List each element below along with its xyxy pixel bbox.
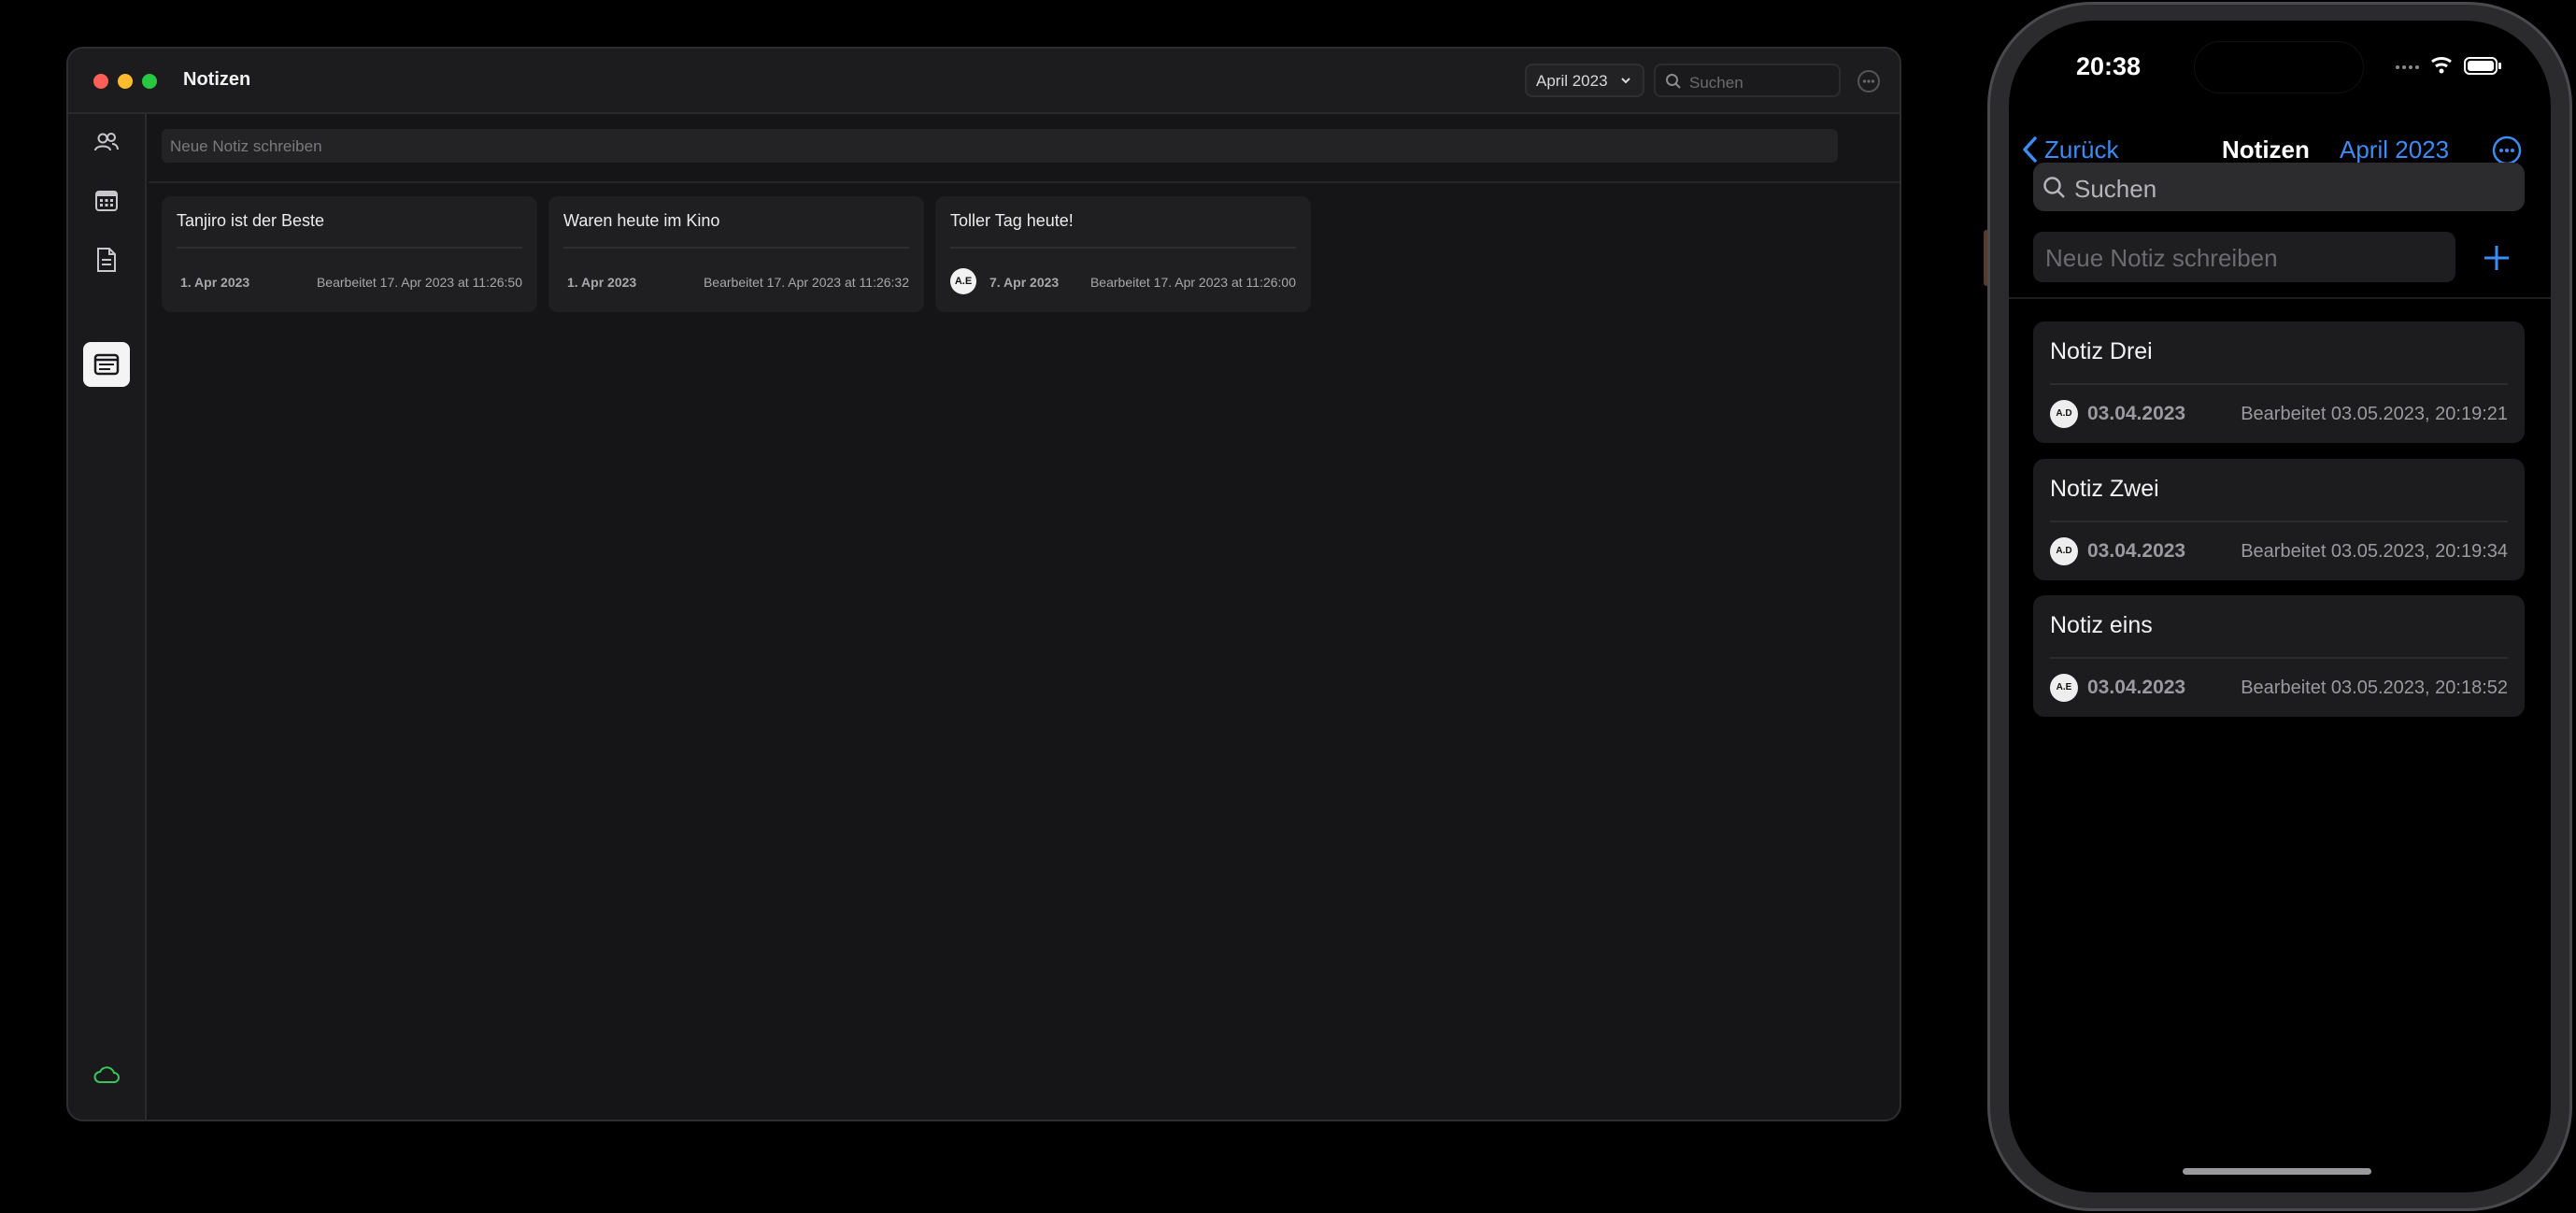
search-placeholder: Suchen (1689, 74, 1743, 92)
status-time: 20:38 (2076, 52, 2142, 80)
avatar: A.D (2050, 400, 2078, 428)
window-title: Notizen (183, 69, 251, 90)
avatar: A.E (950, 268, 976, 294)
sidebar-item-notes[interactable] (83, 342, 130, 387)
more-options-icon[interactable] (2491, 135, 2523, 166)
note-edited: Bearbeitet 03.05.2023, 20:19:34 (2241, 541, 2508, 562)
new-note-input[interactable]: Neue Notiz schreiben (2033, 232, 2455, 282)
document-icon (97, 248, 116, 272)
chevron-left-icon (2023, 136, 2037, 163)
sidebar (68, 114, 147, 1120)
note-date: 03.04.2023 (2087, 403, 2186, 424)
status-icons (2396, 57, 2501, 75)
divider (2050, 383, 2508, 385)
search-icon (2043, 177, 2065, 198)
note-edited: Bearbeitet 17. Apr 2023 at 11:26:50 (316, 275, 522, 290)
note-edited: Bearbeitet 03.05.2023, 20:18:52 (2241, 678, 2508, 698)
nav-title: Notizen (2222, 136, 2310, 164)
note-title: Toller Tag heute! (950, 211, 1074, 230)
gear-icon (93, 1120, 120, 1121)
sidebar-item-contacts[interactable] (83, 120, 130, 164)
close-window-button[interactable] (93, 74, 108, 89)
note-edited: Bearbeitet 17. Apr 2023 at 11:26:00 (1089, 275, 1296, 290)
search-input[interactable]: Suchen (2033, 163, 2525, 211)
plus-icon[interactable] (2480, 241, 2513, 275)
notes-icon (93, 353, 120, 376)
battery-icon (2464, 57, 2501, 75)
search-input[interactable]: Suchen (1654, 64, 1841, 97)
chevron-down-icon (1621, 78, 1630, 84)
note-title: Waren heute im Kino (563, 211, 720, 230)
note-card[interactable]: Notiz Drei A.D 03.04.2023 Bearbeitet 03.… (2033, 321, 2525, 443)
sidebar-item-calendar[interactable] (83, 178, 130, 223)
note-card[interactable]: Notiz eins A.E 03.04.2023 Bearbeitet 03.… (2033, 595, 2525, 717)
note-title: Tanjiro ist der Beste (177, 211, 325, 230)
minimize-window-button[interactable] (118, 74, 133, 89)
calendar-icon (95, 191, 118, 211)
new-note-input[interactable]: Neue Notiz schreiben (162, 129, 1838, 163)
note-date: 7. Apr 2023 (989, 275, 1060, 290)
divider (177, 247, 522, 249)
sidebar-item-sync[interactable] (83, 1052, 130, 1097)
note-card[interactable]: Waren heute im Kino 1. Apr 2023 Bearbeit… (548, 196, 924, 312)
note-card[interactable]: Toller Tag heute! A.E 7. Apr 2023 Bearbe… (935, 196, 1311, 312)
note-edited: Bearbeitet 03.05.2023, 20:19:21 (2241, 404, 2508, 424)
note-title: Notiz Drei (2050, 338, 2153, 364)
divider (2050, 521, 2508, 522)
month-picker-label: April 2023 (1536, 72, 1608, 90)
note-edited: Bearbeitet 17. Apr 2023 at 11:26:32 (703, 275, 909, 290)
note-card[interactable]: Notiz Zwei A.D 03.04.2023 Bearbeitet 03.… (2033, 459, 2525, 580)
note-date: 1. Apr 2023 (180, 275, 250, 290)
note-title: Notiz eins (2050, 612, 2153, 638)
signal-icon (2396, 65, 2419, 69)
note-date: 03.04.2023 (2087, 540, 2186, 562)
home-indicator[interactable] (2183, 1168, 2371, 1175)
cloud-icon (93, 1066, 120, 1083)
month-selector[interactable]: April 2023 (2340, 136, 2449, 164)
divider (563, 247, 909, 249)
divider (2009, 297, 2551, 299)
divider (950, 247, 1296, 249)
wifi-icon (2431, 57, 2452, 68)
divider (2050, 657, 2508, 659)
search-icon (1666, 74, 1681, 89)
back-button[interactable]: Zurück (2022, 133, 2118, 166)
avatar: A.D (2050, 537, 2078, 565)
zoom-window-button[interactable] (142, 74, 157, 89)
sidebar-item-settings[interactable] (83, 1110, 130, 1121)
composer-bar: Neue Notiz schreiben (149, 114, 1900, 183)
note-card[interactable]: Tanjiro ist der Beste 1. Apr 2023 Bearbe… (162, 196, 537, 312)
phone-screen: 20:38 Zurück Notizen April 2023 Suchen N… (2009, 21, 2551, 1192)
more-options-icon[interactable] (1857, 69, 1881, 93)
back-label: Zurück (2044, 135, 2119, 164)
avatar: A.E (2050, 674, 2078, 702)
search-placeholder: Suchen (2074, 175, 2157, 203)
month-picker[interactable]: April 2023 (1525, 64, 1644, 97)
dynamic-island (2194, 41, 2364, 93)
note-date: 03.04.2023 (2087, 677, 2186, 698)
sidebar-item-documents[interactable] (83, 237, 130, 282)
note-title: Notiz Zwei (2050, 476, 2159, 502)
mac-window: Notizen April 2023 Suchen Neue Notiz sch… (66, 47, 1901, 1121)
note-date: 1. Apr 2023 (567, 275, 637, 290)
titlebar: Notizen April 2023 Suchen (68, 49, 1900, 114)
contacts-icon (94, 133, 119, 151)
